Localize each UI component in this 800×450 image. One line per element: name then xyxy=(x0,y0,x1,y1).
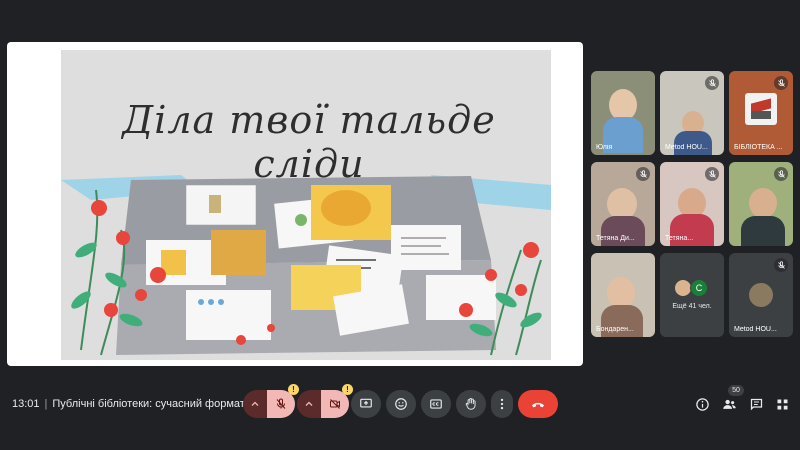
participant-video xyxy=(749,188,777,218)
muted-mic-icon xyxy=(705,76,719,90)
participant-tile[interactable]: Тетяна... xyxy=(660,162,724,246)
end-call-button[interactable] xyxy=(518,390,558,418)
chat-icon xyxy=(750,398,762,410)
participant-tile[interactable]: Тетяна Ди... xyxy=(591,162,655,246)
chevron-up-icon xyxy=(305,401,313,406)
captions-button[interactable] xyxy=(421,390,451,418)
slide-title: Діла твої тальде сліди xyxy=(122,98,496,186)
participant-name: Metod HOU... xyxy=(665,144,708,151)
mic-toggle-button[interactable]: ! xyxy=(267,384,299,418)
slide-illustration xyxy=(61,50,551,360)
raise-hand-button[interactable] xyxy=(456,390,486,418)
activities-button[interactable] xyxy=(772,394,792,414)
muted-mic-icon xyxy=(774,167,788,181)
end-call-icon xyxy=(532,402,544,408)
avatar: C xyxy=(690,279,708,297)
more-participants-label: Ещё 41 чел. xyxy=(672,303,712,310)
chevron-up-icon xyxy=(251,401,259,406)
participant-name: БІБЛІОТЕКА ... xyxy=(734,144,783,151)
participant-video-body xyxy=(741,216,785,246)
info-icon xyxy=(695,397,709,411)
hand-icon xyxy=(465,397,476,410)
meeting-separator: | xyxy=(44,398,48,410)
more-participants-tile[interactable]: C Ещё 41 чел. xyxy=(660,253,724,337)
mic-options-button[interactable] xyxy=(243,390,267,418)
camera-off-icon xyxy=(330,399,340,409)
participant-name: Юлія xyxy=(596,144,613,151)
muted-mic-icon xyxy=(774,258,788,272)
mic-warning-badge: ! xyxy=(288,384,299,395)
meeting-title: Публічні бібліотеки: сучасний формат xyxy=(52,398,245,410)
more-participants-avatars: C xyxy=(674,279,708,297)
participant-tile[interactable] xyxy=(729,162,793,246)
library-logo xyxy=(745,93,777,125)
chat-button[interactable] xyxy=(746,394,766,414)
activities-icon xyxy=(777,399,787,409)
more-vert-icon xyxy=(500,398,504,410)
meeting-details-button[interactable] xyxy=(692,394,712,414)
camera-toggle-button[interactable]: ! xyxy=(321,384,353,418)
participant-name: Metod HOU... xyxy=(734,326,777,333)
participant-video-body xyxy=(674,131,712,155)
muted-mic-icon xyxy=(774,76,788,90)
participant-tile[interactable]: Бондарен... xyxy=(591,253,655,337)
meet-window: Діла твої тальде сліди Юлія Metod HOU...… xyxy=(0,0,800,450)
participant-tile[interactable]: Metod HOU... xyxy=(729,253,793,337)
mic-off-icon xyxy=(276,398,286,409)
present-screen-icon xyxy=(360,398,372,408)
presentation-screen[interactable]: Діла твої тальде сліди xyxy=(7,42,583,366)
muted-mic-icon xyxy=(705,167,719,181)
meeting-time: 13:01 xyxy=(12,398,40,410)
reactions-button[interactable] xyxy=(386,390,416,418)
emoji-icon xyxy=(395,398,407,410)
participant-name: Тетяна Ди... xyxy=(596,235,635,242)
participant-name: Бондарен... xyxy=(596,326,634,333)
camera-options-button[interactable] xyxy=(297,390,321,418)
muted-mic-icon xyxy=(636,167,650,181)
participant-name: Тетяна... xyxy=(665,235,694,242)
avatar xyxy=(749,283,773,307)
camera-control: ! xyxy=(297,384,353,418)
participant-tile[interactable]: Юлія xyxy=(591,71,655,155)
present-button[interactable] xyxy=(351,390,381,418)
participant-tile[interactable]: Metod HOU... xyxy=(660,71,724,155)
captions-icon xyxy=(430,399,442,409)
participant-tile[interactable]: БІБЛІОТЕКА ... xyxy=(729,71,793,155)
people-button[interactable] xyxy=(719,394,739,414)
meeting-info: 13:01 | Публічні бібліотеки: сучасний форм… xyxy=(12,398,245,410)
people-icon xyxy=(722,399,736,409)
presentation-slide: Діла твої тальде сліди xyxy=(61,50,551,360)
camera-warning-badge: ! xyxy=(342,384,353,395)
more-options-button[interactable] xyxy=(491,390,513,418)
mic-control: ! xyxy=(243,384,299,418)
